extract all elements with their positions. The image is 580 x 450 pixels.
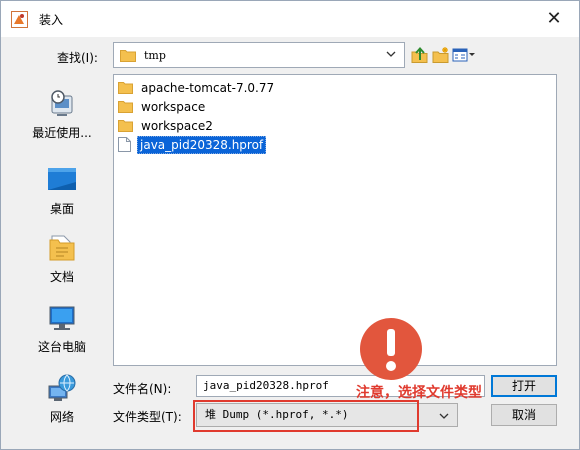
- file-name: workspace2: [141, 118, 213, 133]
- folder-icon: [118, 82, 133, 94]
- up-one-level-button[interactable]: [410, 45, 430, 65]
- file-name: workspace: [141, 99, 206, 114]
- network-icon: [48, 374, 76, 401]
- list-item[interactable]: workspace2: [118, 116, 215, 135]
- place-network[interactable]: 网络: [21, 372, 103, 425]
- recent-items-icon: [51, 90, 73, 116]
- desktop-icon: [48, 168, 76, 190]
- load-dialog: 装入 ✕ 查找(I): tmp 最近使用... 桌面 文档 这台电脑 网络 ap…: [0, 0, 580, 450]
- new-folder-icon: [432, 47, 449, 63]
- chevron-down-icon: [386, 51, 396, 57]
- place-label: 文档: [49, 270, 74, 284]
- annotation-note: 注意，选择文件类型: [356, 385, 482, 401]
- place-documents[interactable]: 文档: [21, 232, 103, 285]
- look-in-label: 查找(I):: [57, 51, 98, 65]
- window-title: 装入: [39, 13, 64, 27]
- place-label: 网络: [49, 410, 74, 424]
- view-menu-button[interactable]: [452, 45, 476, 65]
- place-label: 桌面: [49, 202, 74, 216]
- place-recent[interactable]: 最近使用...: [21, 88, 103, 141]
- chevron-down-icon: [439, 413, 449, 419]
- look-in-combo[interactable]: tmp: [113, 42, 405, 68]
- place-label: 最近使用...: [32, 126, 92, 140]
- close-icon: ✕: [546, 7, 562, 29]
- open-button[interactable]: 打开: [491, 375, 557, 397]
- list-item[interactable]: apache-tomcat-7.0.77: [118, 78, 276, 97]
- file-type-value: 堆 Dump (*.hprof, *.*): [205, 408, 349, 421]
- file-name: apache-tomcat-7.0.77: [141, 80, 275, 95]
- list-item[interactable]: workspace: [118, 97, 207, 116]
- file-list[interactable]: apache-tomcat-7.0.77 workspace workspace…: [113, 74, 557, 366]
- this-pc-icon: [49, 306, 75, 330]
- file-icon: [118, 137, 131, 152]
- folder-icon: [118, 120, 133, 132]
- folder-icon: [120, 49, 136, 62]
- place-desktop[interactable]: 桌面: [21, 164, 103, 217]
- file-type-label: 文件类型(T):: [113, 410, 182, 424]
- file-name: java_pid20328.hprof: [137, 135, 267, 154]
- place-label: 这台电脑: [37, 340, 86, 354]
- folder-icon: [118, 101, 133, 113]
- places-bar: 最近使用... 桌面 文档 这台电脑 网络: [21, 74, 103, 434]
- list-item-selected[interactable]: java_pid20328.hprof: [118, 135, 267, 154]
- file-type-select[interactable]: 堆 Dump (*.hprof, *.*): [196, 403, 458, 427]
- look-in-value: tmp: [144, 48, 166, 62]
- warning-icon: [360, 318, 422, 380]
- view-menu-icon: [452, 48, 475, 62]
- title-bar: 装入 ✕: [1, 1, 579, 37]
- file-name-label: 文件名(N):: [113, 382, 172, 396]
- new-folder-button[interactable]: [431, 45, 451, 65]
- app-icon: [11, 11, 28, 28]
- documents-icon: [49, 235, 75, 261]
- up-one-level-icon: [411, 46, 428, 63]
- close-button[interactable]: ✕: [541, 5, 567, 31]
- cancel-button[interactable]: 取消: [491, 404, 557, 426]
- place-this-pc[interactable]: 这台电脑: [21, 302, 103, 355]
